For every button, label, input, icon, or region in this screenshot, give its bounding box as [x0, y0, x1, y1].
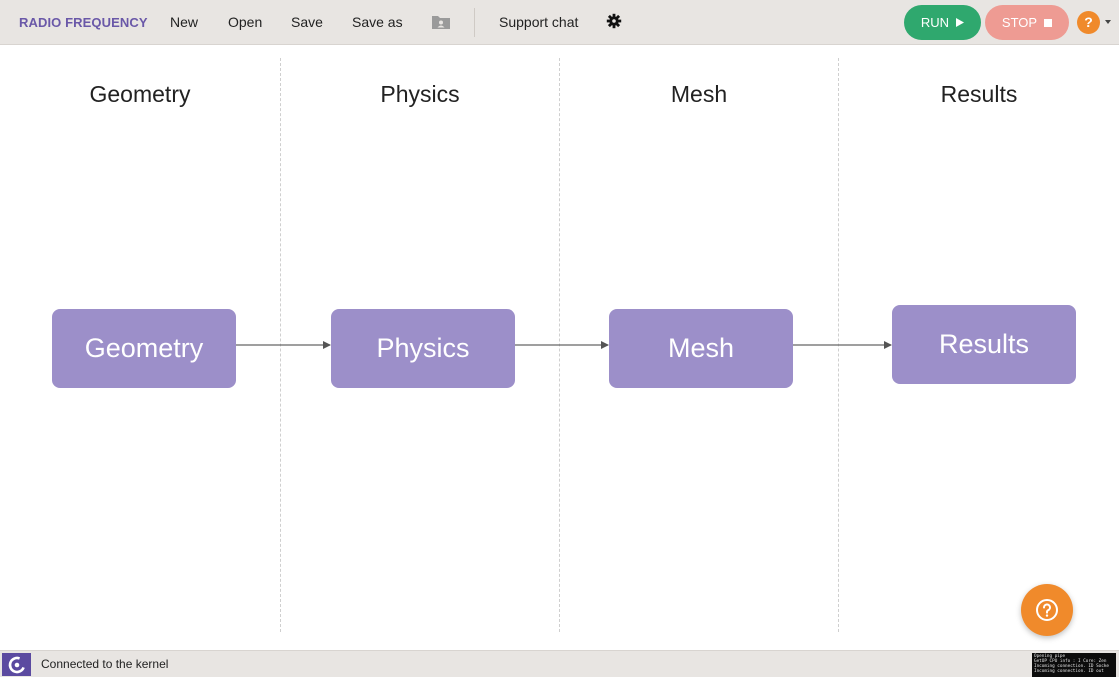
node-mesh[interactable]: Mesh	[609, 309, 793, 388]
status-bar: Connected to the kernel Opening pipe Get…	[0, 650, 1119, 677]
app-brand[interactable]: RADIO FREQUENCY	[19, 0, 148, 45]
play-icon	[956, 18, 965, 27]
support-chat-button[interactable]: Support chat	[499, 0, 578, 45]
app-logo-icon	[2, 653, 31, 676]
node-geometry[interactable]: Geometry	[52, 309, 236, 388]
save-as-button[interactable]: Save as	[352, 0, 403, 45]
node-physics[interactable]: Physics	[331, 309, 515, 388]
help-button[interactable]: ?	[1077, 11, 1100, 34]
console-line: Incoming connection. ID out	[1034, 669, 1104, 674]
column-header-physics: Physics	[380, 81, 460, 107]
question-circle-icon	[1036, 599, 1058, 621]
console-preview[interactable]: Opening pipe GetOP CPU info : I Core: Ze…	[1032, 653, 1116, 677]
open-button[interactable]: Open	[228, 0, 262, 45]
chevron-down-icon[interactable]	[1104, 18, 1112, 26]
column-divider	[280, 58, 281, 632]
stop-button[interactable]: STOP	[985, 5, 1069, 40]
connection-status: Connected to the kernel	[41, 657, 169, 671]
stop-label: STOP	[1001, 15, 1038, 30]
top-toolbar: RADIO FREQUENCY New Open Save Save as Su…	[0, 0, 1119, 45]
node-results[interactable]: Results	[892, 305, 1076, 384]
floating-help-button[interactable]	[1021, 584, 1073, 636]
run-label: RUN	[920, 15, 950, 30]
column-header-geometry: Geometry	[89, 81, 191, 107]
column-header-results: Results	[940, 81, 1018, 107]
new-button[interactable]: New	[170, 0, 198, 45]
column-header-mesh: Mesh	[670, 81, 728, 107]
toolbar-divider	[474, 8, 475, 37]
column-divider	[559, 58, 560, 632]
run-button[interactable]: RUN	[904, 5, 981, 40]
folder-user-icon[interactable]	[431, 14, 451, 30]
stop-square-icon	[1044, 18, 1053, 27]
save-button[interactable]: Save	[291, 0, 323, 45]
column-divider	[838, 58, 839, 632]
gear-icon[interactable]	[606, 13, 624, 31]
